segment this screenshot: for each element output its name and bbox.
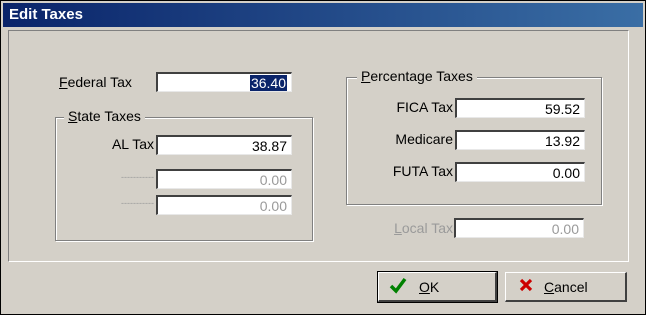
state-row-label: ----------- xyxy=(121,198,154,208)
percentage-taxes-group: Percentage Taxes FICA Tax 59.52 Medicare… xyxy=(346,68,602,205)
title-bar[interactable]: Edit Taxes xyxy=(3,3,643,27)
x-icon xyxy=(518,277,538,296)
local-tax-field: 0.00 xyxy=(454,218,584,238)
medicare-label: Medicare xyxy=(395,131,453,147)
state-row-field: 0.00 xyxy=(156,169,292,189)
state-row-label: AL Tax xyxy=(111,136,154,152)
federal-tax-field[interactable]: 36.40 xyxy=(156,72,292,92)
taxes-panel: Federal Tax 36.40 State Taxes AL Tax 38.… xyxy=(8,30,629,262)
federal-tax-label: Federal Tax xyxy=(59,74,132,90)
state-row-field[interactable]: 38.87 xyxy=(156,135,292,155)
cancel-label: Cancel xyxy=(544,278,588,295)
futa-tax-field[interactable]: 0.00 xyxy=(455,162,585,182)
state-row-field: 0.00 xyxy=(156,195,292,215)
cancel-button[interactable]: Cancel xyxy=(505,272,627,302)
window-title: Edit Taxes xyxy=(9,6,83,23)
state-row-label: ----------- xyxy=(121,172,154,182)
local-tax-label: Local Tax xyxy=(394,220,453,236)
edit-taxes-dialog: Edit Taxes Federal Tax 36.40 State Taxes… xyxy=(0,0,646,315)
ok-button[interactable]: OK xyxy=(377,271,498,303)
check-icon xyxy=(389,276,411,297)
state-taxes-legend: State Taxes xyxy=(64,108,145,124)
futa-tax-label: FUTA Tax xyxy=(392,163,453,179)
percentage-taxes-legend: Percentage Taxes xyxy=(357,68,477,84)
ok-label: OK xyxy=(419,278,440,295)
fica-tax-label: FICA Tax xyxy=(396,99,453,115)
medicare-field[interactable]: 13.92 xyxy=(455,130,585,150)
fica-tax-field[interactable]: 59.52 xyxy=(455,98,585,118)
state-taxes-group: State Taxes AL Tax 38.87 ----------- 0.0… xyxy=(55,108,313,241)
